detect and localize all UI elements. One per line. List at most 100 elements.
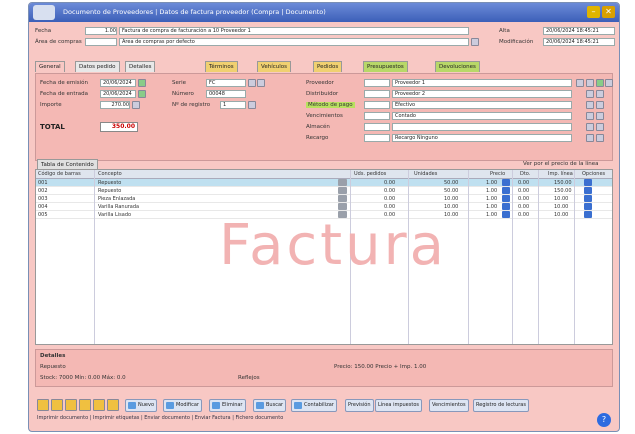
importe-lookup-button[interactable] [132, 101, 140, 109]
status-line[interactable]: Imprimir documento | Imprimir etiquetas … [37, 415, 283, 421]
metodo-pago-field[interactable]: Efectivo [392, 101, 572, 109]
serie-add-button[interactable] [257, 79, 265, 87]
row-options-button[interactable] [584, 211, 592, 218]
calendar-icon[interactable] [138, 79, 146, 87]
recargo-lookup-button[interactable] [586, 134, 594, 142]
recargo-code-field[interactable] [364, 134, 390, 142]
metodo-pago-edit-button[interactable] [596, 101, 604, 109]
vencimientos-lookup-button[interactable] [586, 112, 594, 120]
proveedor-edit-button[interactable] [586, 79, 594, 87]
recargo-field[interactable]: Recargo Ninguno [392, 134, 572, 142]
col-unidades[interactable]: Unidades [414, 171, 437, 177]
row-price-button[interactable] [502, 203, 510, 210]
distribuidor-lookup-button[interactable] [586, 90, 594, 98]
tab-devoluciones[interactable]: Devoluciones [435, 61, 480, 72]
tab-general[interactable]: General [35, 61, 65, 72]
row-options-button[interactable] [584, 195, 592, 202]
vencimientos-code-field[interactable] [364, 112, 390, 120]
tab-terminos[interactable]: Términos [205, 61, 238, 72]
precio-linea-option[interactable]: Ver por el precio de la línea [523, 161, 599, 167]
linea-impuestos-button[interactable]: Línea impuestos [375, 399, 422, 412]
modificar-button[interactable]: Modificar [163, 399, 202, 412]
print-icon[interactable] [65, 399, 77, 411]
serie-lookup-button[interactable] [248, 79, 256, 87]
registro-lookup-button[interactable] [248, 101, 256, 109]
calendar-icon[interactable] [138, 90, 146, 98]
distribuidor-code-field[interactable] [364, 90, 390, 98]
home-icon[interactable] [37, 399, 49, 411]
proveedor-add-button[interactable] [596, 79, 604, 87]
row-options-button[interactable] [584, 203, 592, 210]
row-price-button[interactable] [502, 211, 510, 218]
vencimientos-button[interactable]: Vencimientos [429, 399, 469, 412]
col-uds[interactable]: Uds. pedidos [354, 171, 386, 177]
row-price-button[interactable] [502, 187, 510, 194]
proveedor-code-field[interactable] [364, 79, 390, 87]
vencimientos-edit-button[interactable] [596, 112, 604, 120]
row-options-button[interactable] [584, 187, 592, 194]
minimize-button[interactable]: – [587, 6, 600, 18]
almacen-edit-button[interactable] [596, 123, 604, 131]
eliminar-button[interactable]: Eliminar [209, 399, 246, 412]
fecha-desc-field[interactable]: Factura de compra de facturación a 10 Pr… [119, 27, 469, 35]
table-row[interactable]: 003 Pieza Enlazada 0.00 10.00 1.00 0.00 … [36, 195, 612, 203]
tab-datos-pedido[interactable]: Datos pedido [75, 61, 120, 72]
almacen-lookup-button[interactable] [586, 123, 594, 131]
numero-field[interactable]: 00048 [206, 90, 246, 98]
area-field[interactable] [85, 38, 117, 46]
table-row[interactable]: 002 Repuesto 0.00 50.00 1.00 0.00 150.00 [36, 187, 612, 195]
recargo-edit-button[interactable] [596, 134, 604, 142]
row-lookup-button[interactable] [338, 187, 347, 194]
buscar-button[interactable]: Buscar [253, 399, 287, 412]
area-lookup-button[interactable] [471, 38, 479, 46]
importe-field[interactable]: 270.00 [100, 101, 130, 109]
almacen-field[interactable] [392, 123, 572, 131]
contabilizar-button[interactable]: Contabilizar [291, 399, 337, 412]
metodo-pago-lookup-button[interactable] [586, 101, 594, 109]
serie-field[interactable]: FC [206, 79, 246, 87]
col-concepto[interactable]: Concepto [98, 171, 122, 177]
distribuidor-field[interactable]: Proveedor 2 [392, 90, 572, 98]
col-precio[interactable]: Precio [490, 171, 505, 177]
tab-pedidos[interactable]: Pedidos [313, 61, 343, 72]
fecha-emision-field[interactable]: 20/06/2024 [100, 79, 136, 87]
row-lookup-button[interactable] [338, 203, 347, 210]
table-row[interactable]: 001 Repuesto 0.00 50.00 1.00 0.00 150.00 [36, 179, 612, 187]
row-price-button[interactable] [502, 195, 510, 202]
proveedor-field[interactable]: Proveedor 1 [392, 79, 572, 87]
edit-icon [166, 402, 174, 409]
fecha-entrada-field[interactable]: 20/06/2024 [100, 90, 136, 98]
back-icon[interactable] [51, 399, 63, 411]
col-importe[interactable]: Imp. línea [548, 171, 573, 177]
close-button[interactable]: ✕ [602, 6, 615, 18]
fecha-field[interactable]: 1.00 [85, 27, 117, 35]
proveedor-extra-button[interactable] [605, 79, 613, 87]
col-codigo[interactable]: Código de barras [38, 171, 81, 177]
nuevo-button[interactable]: Nuevo [125, 399, 158, 412]
mail-icon[interactable] [79, 399, 91, 411]
export-icon[interactable] [107, 399, 119, 411]
row-options-button[interactable] [584, 179, 592, 186]
registro-field[interactable]: 1 [220, 101, 246, 109]
col-opciones[interactable]: Opciones [582, 171, 605, 177]
proveedor-lookup-button[interactable] [576, 79, 584, 87]
registro-lecturas-button[interactable]: Registro de lecturas [473, 399, 529, 412]
table-row[interactable]: 004 Varilla Ranurada 0.00 10.00 1.00 0.0… [36, 203, 612, 211]
help-icon[interactable]: ? [597, 413, 611, 427]
almacen-code-field[interactable] [364, 123, 390, 131]
row-lookup-button[interactable] [338, 195, 347, 202]
row-lookup-button[interactable] [338, 179, 347, 186]
cell-codigo: 003 [38, 196, 48, 202]
prevision-button[interactable]: Previsión [345, 399, 374, 412]
metodo-pago-code-field[interactable] [364, 101, 390, 109]
cell-uds: 0.00 [384, 188, 396, 194]
area-desc-field[interactable]: Área de compras por defecto [119, 38, 469, 46]
distribuidor-edit-button[interactable] [596, 90, 604, 98]
pdf-icon[interactable] [93, 399, 105, 411]
tab-presupuestos[interactable]: Presupuestos [363, 61, 408, 72]
tab-vehiculos[interactable]: Vehículos [257, 61, 292, 72]
col-dto[interactable]: Dto. [520, 171, 530, 177]
tab-detalles[interactable]: Detalles [125, 61, 156, 72]
row-price-button[interactable] [502, 179, 510, 186]
vencimientos-field[interactable]: Contado [392, 112, 572, 120]
